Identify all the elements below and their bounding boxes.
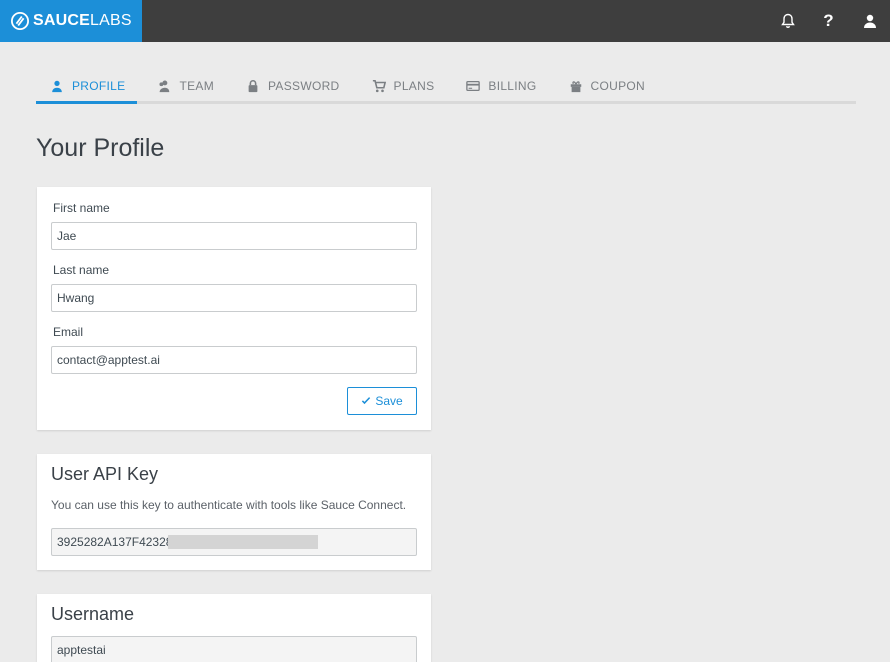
api-key-redaction <box>168 535 318 549</box>
tab-password[interactable]: PASSWORD <box>232 70 352 101</box>
tab-profile[interactable]: PROFILE <box>36 70 138 104</box>
checkmark-icon <box>362 397 371 405</box>
profile-form-card: First name Jae Last name Hwang Email con… <box>37 187 431 430</box>
tab-label: PASSWORD <box>268 78 340 93</box>
tab-plans[interactable]: PLANS <box>358 70 447 101</box>
tab-billing[interactable]: BILLING <box>452 70 548 101</box>
username-card: Username apptestai <box>37 594 431 662</box>
tab-label: COUPON <box>590 78 645 93</box>
tab-label: TEAM <box>179 78 214 93</box>
tab-team[interactable]: TEAM <box>143 70 226 101</box>
email-label: Email <box>53 325 84 339</box>
user-icon[interactable] <box>849 0 890 42</box>
logo-text: SAUCELABS <box>33 12 132 29</box>
email-field[interactable]: contact@apptest.ai <box>51 346 417 374</box>
saucelabs-logo[interactable]: SAUCELABS <box>0 0 142 42</box>
help-icon[interactable]: ? <box>808 0 849 42</box>
user-icon <box>52 80 62 92</box>
api-key-title: User API Key <box>51 464 159 484</box>
first-name-label: First name <box>53 201 110 215</box>
api-key-value: 3925282A137F42328 <box>57 535 173 549</box>
tab-label: PROFILE <box>72 78 126 93</box>
save-button-label: Save <box>375 394 403 408</box>
credit-card-icon <box>466 80 481 91</box>
last-name-label: Last name <box>53 263 110 277</box>
team-icon <box>159 79 170 92</box>
username-field[interactable]: apptestai <box>51 636 417 662</box>
tab-coupon[interactable]: COUPON <box>555 70 657 101</box>
bell-icon[interactable] <box>767 0 808 42</box>
tab-label: BILLING <box>488 78 537 93</box>
api-key-description: You can use this key to authenticate wit… <box>51 498 407 512</box>
account-tabs: PROFILE TEAM PASSWORD PLANS BILLING COUP… <box>36 70 856 104</box>
cart-icon <box>372 79 386 92</box>
top-navigation-bar: SAUCELABS ? <box>0 0 890 42</box>
username-title: Username <box>51 604 135 624</box>
lock-icon <box>248 79 258 92</box>
api-key-field[interactable]: 3925282A137F42328 <box>51 528 417 556</box>
first-name-field[interactable]: Jae <box>51 222 417 250</box>
save-button[interactable]: Save <box>347 387 417 415</box>
saucelabs-logo-icon <box>11 12 29 30</box>
tab-label: PLANS <box>393 78 435 93</box>
api-key-card: User API Key You can use this key to aut… <box>37 454 431 570</box>
last-name-field[interactable]: Hwang <box>51 284 417 312</box>
gift-icon <box>570 80 581 92</box>
page-title: Your Profile <box>36 134 165 162</box>
